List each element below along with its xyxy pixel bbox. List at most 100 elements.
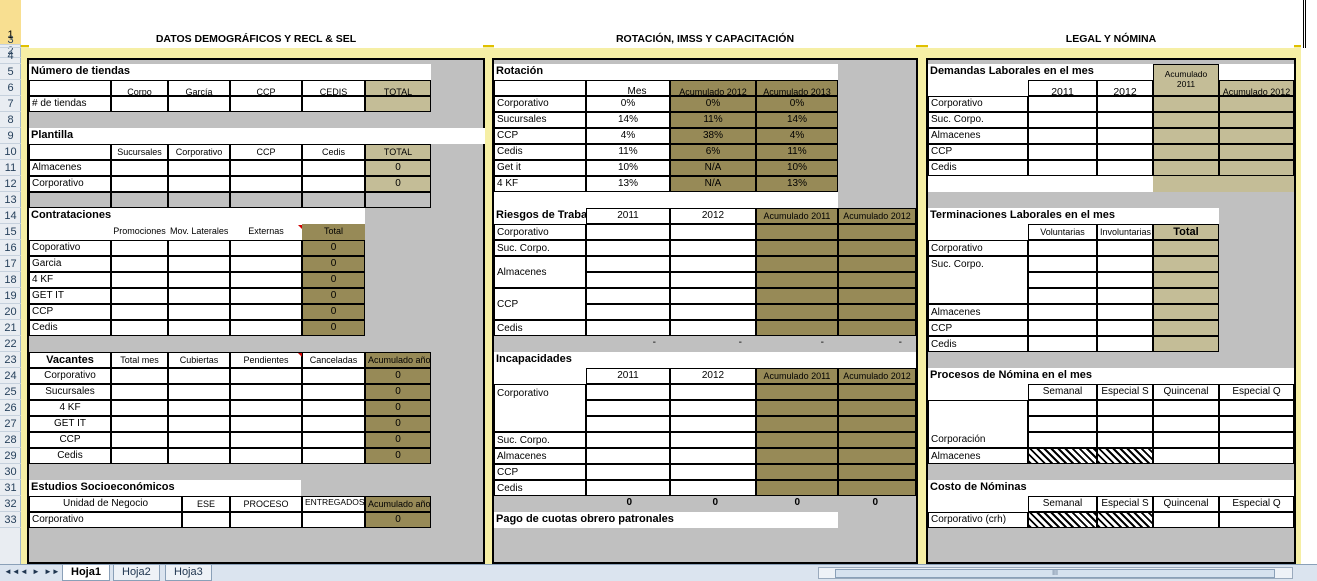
input-cell[interactable] (756, 320, 838, 336)
input-cell[interactable] (670, 272, 756, 288)
input-cell[interactable] (168, 320, 230, 336)
input-cell[interactable] (1097, 128, 1153, 144)
input-cell[interactable] (230, 448, 302, 464)
input-cell[interactable] (1153, 320, 1219, 336)
input-cell[interactable] (756, 288, 838, 304)
input-cell[interactable] (1097, 240, 1153, 256)
input-cell[interactable] (1028, 256, 1097, 272)
input-cell[interactable] (1219, 416, 1294, 432)
input-cell[interactable] (168, 96, 230, 112)
row-header-30[interactable]: 30 (0, 464, 21, 480)
input-cell[interactable] (1219, 128, 1294, 144)
row-header-26[interactable]: 26 (0, 400, 21, 416)
input-cell[interactable] (1219, 400, 1294, 416)
input-cell[interactable] (1028, 128, 1097, 144)
input-cell[interactable] (230, 256, 302, 272)
input-cell[interactable] (302, 384, 365, 400)
input-cell[interactable] (1153, 240, 1219, 256)
input-cell[interactable] (302, 416, 365, 432)
input-cell[interactable] (756, 256, 838, 272)
row-header-8[interactable]: 8 (0, 112, 21, 128)
input-cell[interactable] (1219, 512, 1294, 528)
input-cell[interactable] (1153, 272, 1219, 288)
first-sheet-icon[interactable]: ◄◄ (4, 567, 20, 576)
input-cell[interactable] (838, 384, 916, 400)
input-cell[interactable] (1028, 160, 1097, 176)
input-cell[interactable] (111, 176, 168, 192)
tab-hoja1[interactable]: Hoja1 (62, 565, 110, 581)
input-cell[interactable] (111, 432, 168, 448)
row-header-15[interactable]: 15 (0, 224, 21, 240)
input-cell[interactable] (111, 320, 168, 336)
input-cell[interactable] (365, 96, 431, 112)
input-cell[interactable] (168, 448, 230, 464)
input-cell[interactable] (302, 448, 365, 464)
input-cell[interactable] (1219, 144, 1294, 160)
input-cell[interactable] (1153, 160, 1219, 176)
row-header-12[interactable]: 12 (0, 176, 21, 192)
input-cell[interactable] (1153, 112, 1219, 128)
input-cell[interactable] (838, 480, 916, 496)
input-cell[interactable] (168, 240, 230, 256)
input-cell[interactable] (838, 256, 916, 272)
row-header-33[interactable]: 33 (0, 512, 21, 528)
input-cell[interactable] (302, 96, 365, 112)
input-cell[interactable] (230, 272, 302, 288)
input-cell[interactable] (1097, 400, 1153, 416)
input-cell[interactable] (756, 240, 838, 256)
input-cell[interactable] (670, 288, 756, 304)
input-cell[interactable] (670, 224, 756, 240)
input-cell[interactable] (670, 400, 756, 416)
input-cell[interactable] (230, 288, 302, 304)
input-cell[interactable] (756, 224, 838, 240)
input-cell[interactable] (111, 272, 168, 288)
row-header-24[interactable]: 24 (0, 368, 21, 384)
row-header-22[interactable]: 22 (0, 336, 21, 352)
input-cell[interactable] (756, 416, 838, 432)
input-cell[interactable] (111, 240, 168, 256)
row-header-20[interactable]: 20 (0, 304, 21, 320)
input-cell[interactable] (168, 400, 230, 416)
input-cell[interactable] (838, 304, 916, 320)
input-cell[interactable] (1097, 304, 1153, 320)
input-cell[interactable] (302, 368, 365, 384)
input-cell[interactable] (302, 432, 365, 448)
input-cell[interactable] (1028, 304, 1097, 320)
row-header-6[interactable]: 6 (0, 80, 21, 96)
input-cell[interactable] (230, 512, 302, 528)
input-cell[interactable] (670, 384, 756, 400)
input-cell[interactable] (586, 432, 670, 448)
input-cell[interactable] (1153, 512, 1219, 528)
input-cell[interactable] (1028, 112, 1097, 128)
input-cell[interactable] (1028, 240, 1097, 256)
row-header-31[interactable]: 31 (0, 480, 21, 496)
row-header-23[interactable]: 23 (0, 352, 21, 368)
input-cell[interactable] (1097, 432, 1153, 448)
input-cell[interactable] (670, 464, 756, 480)
input-cell[interactable] (111, 368, 168, 384)
input-cell[interactable] (230, 400, 302, 416)
input-cell[interactable] (1153, 128, 1219, 144)
input-cell[interactable] (756, 480, 838, 496)
tab-hoja3[interactable]: Hoja3 (165, 565, 212, 581)
input-cell[interactable] (230, 160, 302, 176)
input-cell[interactable] (1153, 256, 1219, 272)
input-cell[interactable] (168, 368, 230, 384)
input-cell[interactable] (756, 400, 838, 416)
input-cell[interactable] (302, 512, 365, 528)
input-cell[interactable] (1097, 288, 1153, 304)
input-cell[interactable] (670, 304, 756, 320)
input-cell[interactable] (1097, 416, 1153, 432)
input-cell[interactable] (838, 416, 916, 432)
tab-hoja2[interactable]: Hoja2 (113, 565, 160, 581)
input-cell[interactable] (1219, 96, 1294, 112)
row-header-16[interactable]: 16 (0, 240, 21, 256)
input-cell[interactable] (1097, 256, 1153, 272)
row-header-14[interactable]: 14 (0, 208, 21, 224)
input-cell[interactable] (1028, 448, 1097, 464)
input-cell[interactable] (230, 416, 302, 432)
input-cell[interactable] (111, 448, 168, 464)
input-cell[interactable] (586, 224, 670, 240)
prev-sheet-icon[interactable]: ◄ (20, 567, 28, 576)
input-cell[interactable] (1097, 512, 1153, 528)
